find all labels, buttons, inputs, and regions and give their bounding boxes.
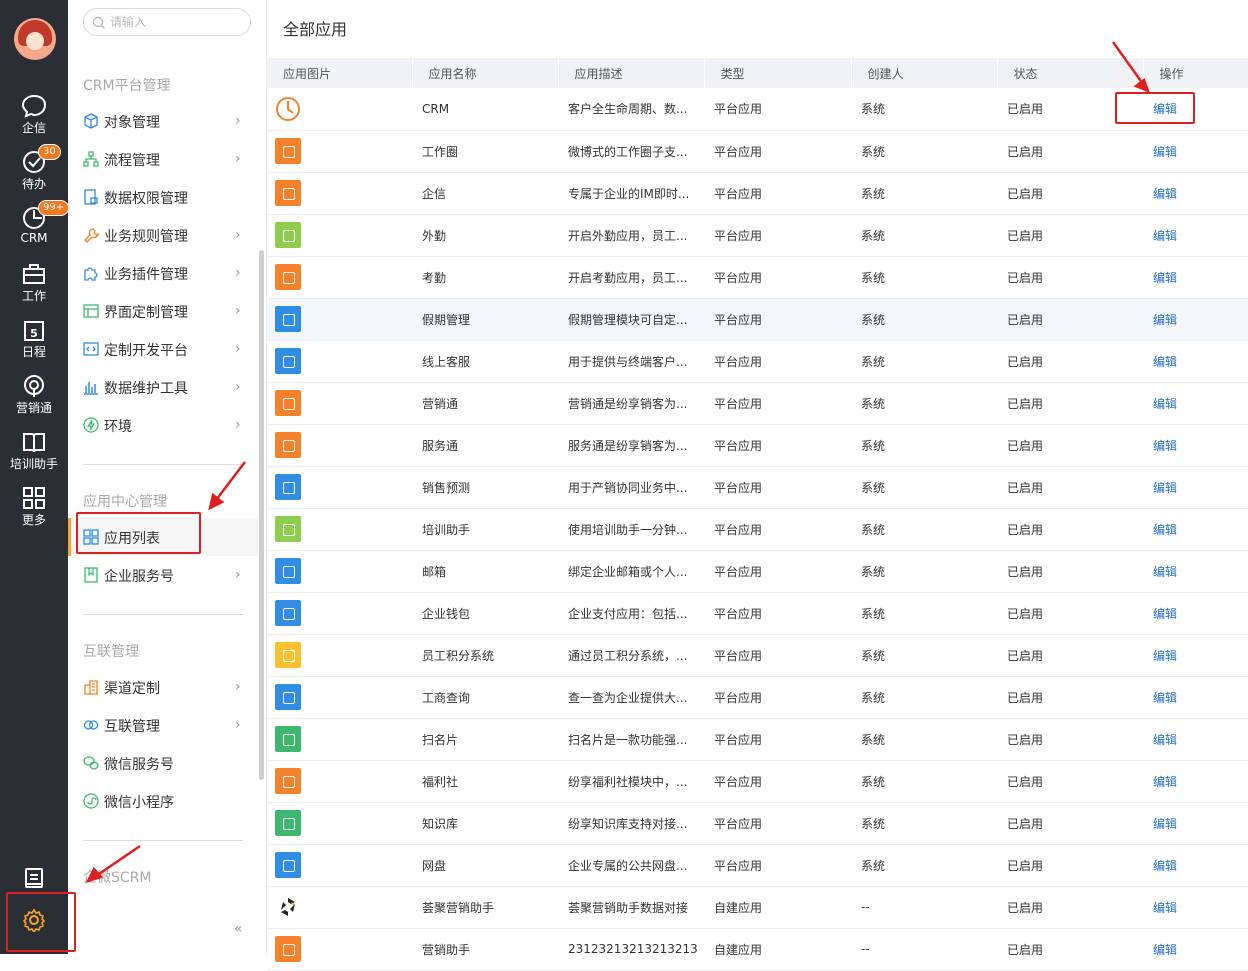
annotation-arrows bbox=[85, 41, 1151, 884]
